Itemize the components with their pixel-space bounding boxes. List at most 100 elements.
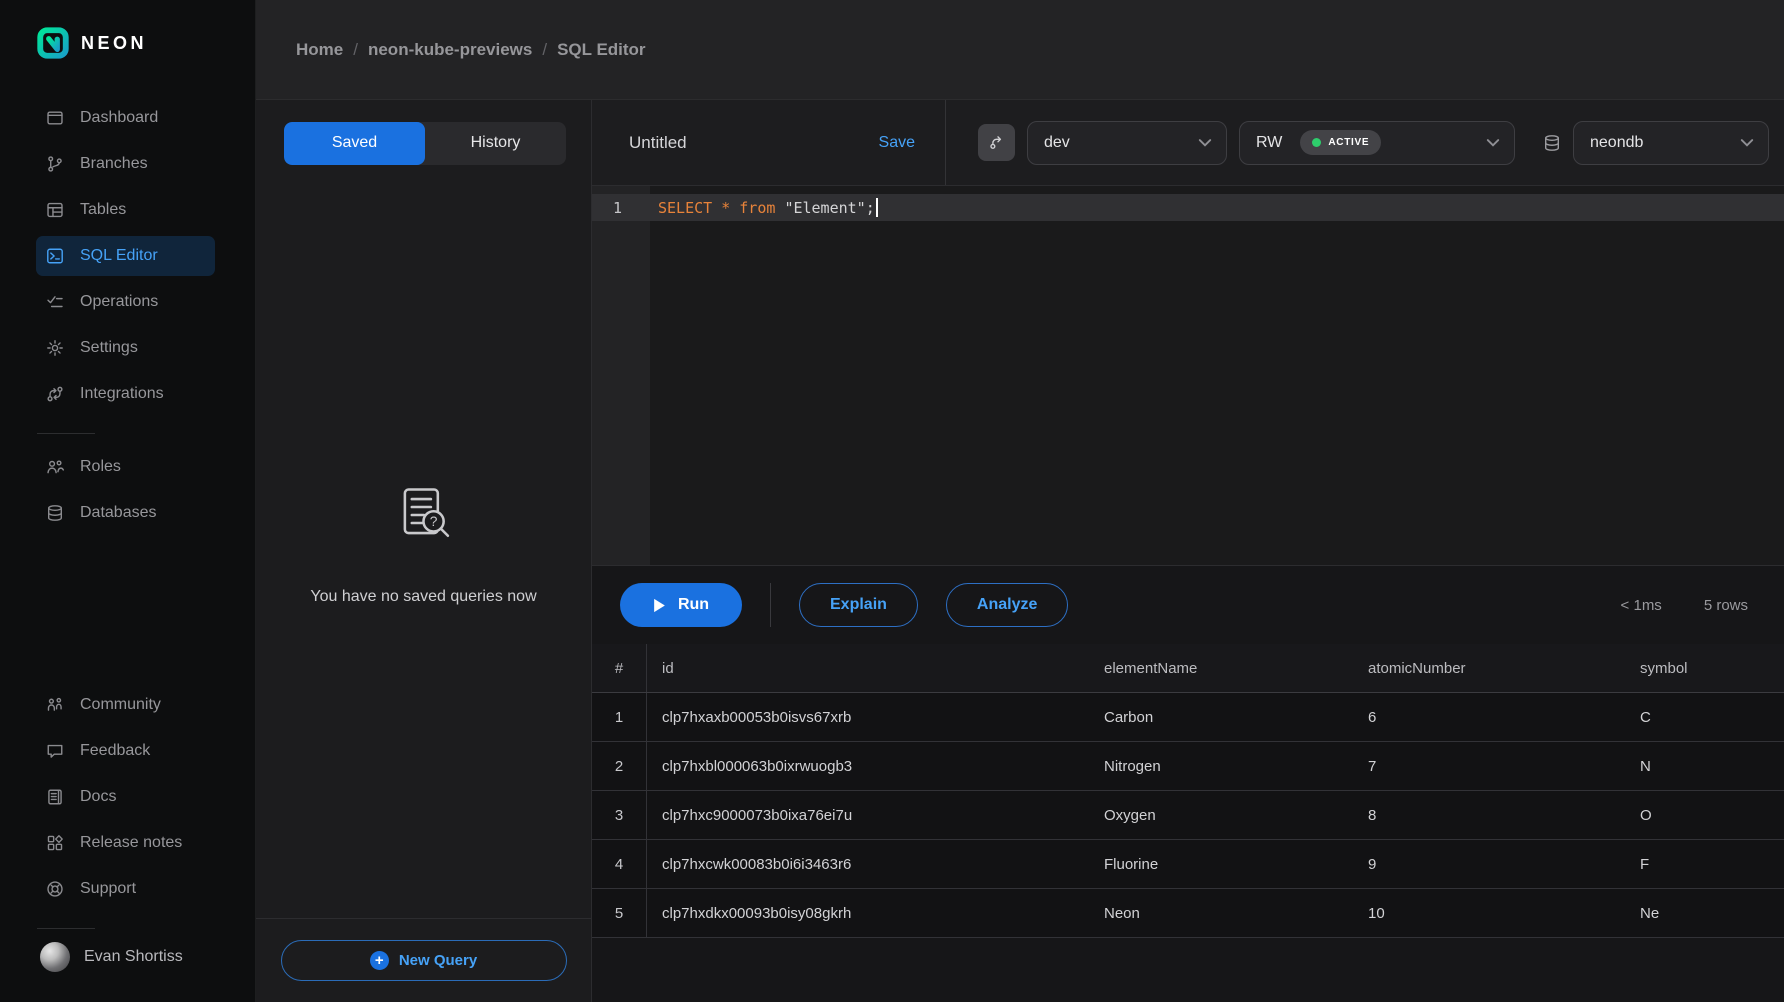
sidebar-item-label: Settings [80, 339, 138, 357]
status-badge: ACTIVE [1300, 130, 1381, 155]
sidebar-item-feedback[interactable]: Feedback [36, 731, 215, 771]
sidebar-item-label: Release notes [80, 834, 182, 852]
neon-logo[interactable]: NEON [0, 0, 255, 86]
sidebar-item-label: SQL Editor [80, 247, 158, 265]
code-line-content: SELECT * from "Element"; [650, 199, 875, 217]
query-metrics: < 1ms 5 rows [1621, 597, 1766, 614]
column-header: elementName [1089, 644, 1353, 692]
sidebar-item-label: Tables [80, 201, 126, 219]
sidebar-item-settings[interactable]: Settings [36, 328, 215, 368]
save-query-button[interactable]: Save [879, 134, 915, 152]
database-select-value: neondb [1590, 134, 1643, 152]
table-row: 1clp7hxaxb00053b0isvs67xrbCarbon6C [592, 693, 1784, 742]
table-cell: Oxygen [1089, 791, 1353, 839]
sidebar-item-tables[interactable]: Tables [36, 190, 215, 230]
sidebar-divider [37, 433, 95, 434]
row-index: 5 [592, 889, 647, 937]
tables-icon [46, 201, 64, 219]
saved-queries-panel: Saved History [256, 100, 592, 1002]
row-index: 3 [592, 791, 647, 839]
sidebar-item-label: Integrations [80, 385, 164, 403]
breadcrumb-home[interactable]: Home [296, 40, 343, 60]
sidebar-item-operations[interactable]: Operations [36, 282, 215, 322]
branch-select[interactable]: dev [1027, 121, 1227, 165]
text-cursor [876, 198, 878, 217]
table-cell: N [1625, 742, 1784, 790]
table-cell: clp7hxbl000063b0ixrwuogb3 [647, 742, 1089, 790]
sidebar-item-sql-editor[interactable]: SQL Editor [36, 236, 215, 276]
sidebar-item-label: Roles [80, 458, 121, 476]
sidebar-item-docs[interactable]: Docs [36, 777, 215, 817]
table-cell: O [1625, 791, 1784, 839]
settings-icon [46, 339, 64, 357]
code-token [730, 199, 739, 217]
brand-wordmark: NEON [81, 33, 147, 54]
saved-panel-header: Saved History [256, 100, 591, 186]
line-number: 1 [592, 199, 650, 217]
breadcrumb-separator: / [353, 40, 358, 60]
code-token: * [721, 199, 730, 217]
table-cell: Nitrogen [1089, 742, 1353, 790]
sidebar-item-label: Operations [80, 293, 158, 311]
tab-history[interactable]: History [425, 122, 566, 165]
run-button[interactable]: Run [620, 583, 742, 627]
table-row: 5clp7hxdkx00093b0isy08gkrhNeon10Ne [592, 889, 1784, 938]
endpoint-select[interactable]: RW ACTIVE [1239, 121, 1515, 165]
main-area: Home / neon-kube-previews / SQL Editor S… [256, 0, 1784, 1002]
new-query-button[interactable]: + New Query [281, 940, 567, 981]
table-cell: clp7hxcwk00083b0i6i3463r6 [647, 840, 1089, 888]
sidebar-item-label: Community [80, 696, 161, 714]
sidebar: NEON Dashboard Branches Tables SQL Editor Op… [0, 0, 256, 1002]
sidebar-divider [37, 928, 95, 929]
sidebar-item-release-notes[interactable]: Release notes [36, 823, 215, 863]
sql-editor-icon [46, 247, 64, 265]
code-token [712, 199, 721, 217]
dashboard-icon [46, 109, 64, 127]
run-button-label: Run [678, 596, 709, 614]
community-icon [46, 696, 64, 714]
table-cell: 7 [1353, 742, 1625, 790]
user-menu[interactable]: Evan Shortiss [40, 942, 255, 972]
empty-state: ? You have no saved queries now [256, 481, 591, 606]
analyze-button[interactable]: Analyze [946, 583, 1068, 627]
explain-button[interactable]: Explain [799, 583, 918, 627]
roles-icon [46, 458, 64, 476]
endpoint-select-value: RW [1256, 134, 1282, 152]
branch-icon-button[interactable] [978, 124, 1015, 161]
sidebar-item-databases[interactable]: Databases [36, 493, 215, 533]
breadcrumb-project[interactable]: neon-kube-previews [368, 40, 532, 60]
sidebar-item-integrations[interactable]: Integrations [36, 374, 215, 414]
editor-toolbar: Untitled Save dev RW AC [592, 100, 1784, 186]
databases-icon [46, 504, 64, 522]
results-table: #idelementNameatomicNumbersymbol1clp7hxa… [592, 644, 1784, 1002]
tab-saved[interactable]: Saved [284, 122, 425, 165]
support-icon [46, 880, 64, 898]
sidebar-item-label: Support [80, 880, 136, 898]
row-index: 4 [592, 840, 647, 888]
operations-icon [46, 293, 64, 311]
sidebar-item-branches[interactable]: Branches [36, 144, 215, 184]
sidebar-item-label: Docs [80, 788, 116, 806]
status-badge-label: ACTIVE [1328, 137, 1369, 148]
docs-icon [46, 788, 64, 806]
feedback-icon [46, 742, 64, 760]
table-row: 2clp7hxbl000063b0ixrwuogb3Nitrogen7N [592, 742, 1784, 791]
database-icon [1543, 134, 1561, 152]
table-cell: Carbon [1089, 693, 1353, 741]
sidebar-item-label: Feedback [80, 742, 150, 760]
sidebar-item-support[interactable]: Support [36, 869, 215, 909]
empty-state-caption: You have no saved queries now [256, 588, 591, 606]
saved-history-tabs: Saved History [284, 122, 566, 165]
row-index: 2 [592, 742, 647, 790]
database-select[interactable]: neondb [1573, 121, 1769, 165]
sidebar-item-community[interactable]: Community [36, 685, 215, 725]
column-header: id [647, 644, 1089, 692]
sidebar-item-roles[interactable]: Roles [36, 447, 215, 487]
query-title[interactable]: Untitled [629, 133, 687, 153]
sql-editor-area[interactable]: 1 SELECT * from "Element"; [592, 186, 1784, 565]
sidebar-item-dashboard[interactable]: Dashboard [36, 98, 215, 138]
code-token: from [739, 199, 775, 217]
column-header: atomicNumber [1353, 644, 1625, 692]
breadcrumb-separator: / [542, 40, 547, 60]
table-cell: Ne [1625, 889, 1784, 937]
